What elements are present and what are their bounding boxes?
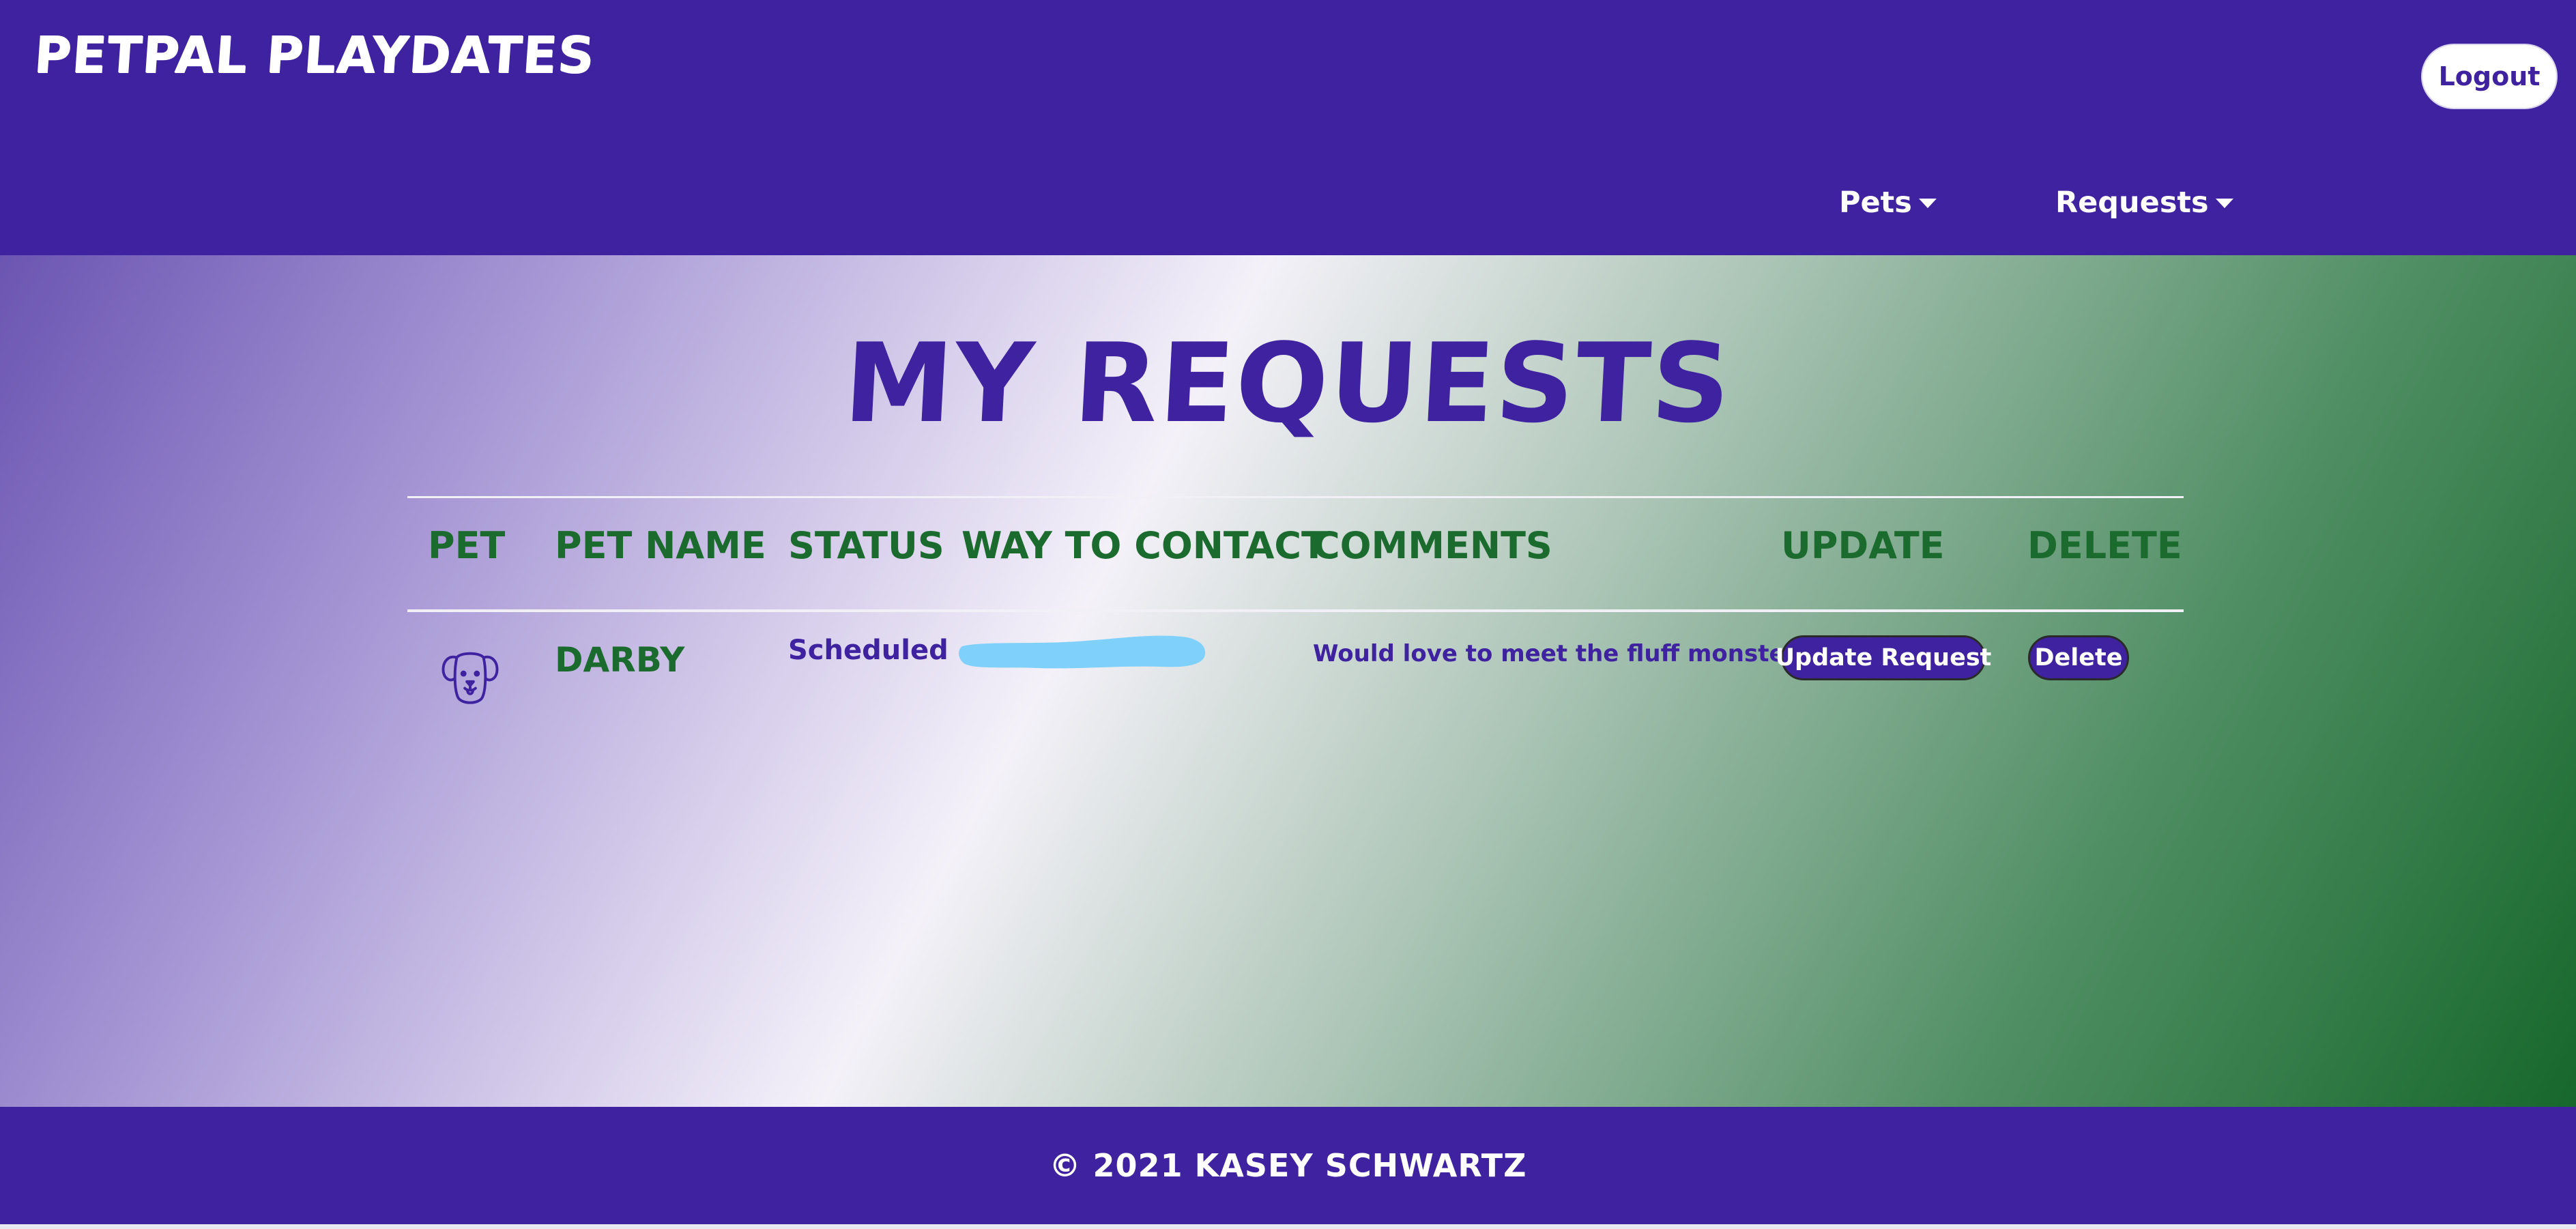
column-header-delete: Delete	[2027, 524, 2182, 567]
dog-icon	[442, 652, 499, 704]
footer-copyright: © 2021 Kasey Schwartz	[1049, 1147, 1527, 1184]
nav-pets-label: Pets	[1839, 186, 1912, 220]
logout-button[interactable]: Logout	[2421, 44, 2558, 109]
status-cell: Scheduled	[788, 635, 949, 666]
caret-down-icon	[1918, 199, 1937, 208]
column-header-comments: Comments	[1313, 524, 1552, 567]
contact-redaction	[959, 635, 1206, 669]
nav-dropdown-pets[interactable]: Pets	[1839, 186, 1937, 220]
bottom-scroll-strip	[0, 1224, 2576, 1229]
brand-logo[interactable]: PetPal Playdates	[32, 26, 596, 85]
delete-request-button[interactable]: Delete	[2028, 635, 2129, 680]
table-header-divider	[407, 609, 2184, 612]
update-request-button[interactable]: Update Request	[1776, 635, 1991, 680]
column-header-status: Status	[788, 524, 944, 567]
page-title: My Requests	[841, 319, 1735, 447]
column-header-way-to-contact: Way to Contact	[961, 524, 1327, 567]
pet-name-cell: DARBY	[555, 640, 685, 680]
nav-dropdown-requests[interactable]: Requests	[2055, 186, 2233, 220]
page: PetPal Playdates Logout Pets Requests My…	[0, 0, 2576, 1229]
caret-down-icon	[2215, 199, 2233, 208]
table-top-divider	[407, 496, 2184, 498]
column-header-pet: Pet	[428, 524, 506, 567]
top-navbar: PetPal Playdates Logout Pets Requests	[0, 0, 2576, 255]
nav-requests-label: Requests	[2055, 186, 2209, 220]
column-header-pet-name: Pet Name	[555, 524, 766, 567]
footer: © 2021 Kasey Schwartz	[0, 1107, 2576, 1224]
column-header-update: Update	[1781, 524, 1945, 567]
comments-cell: Would love to meet the fluff monster!	[1313, 640, 1807, 667]
